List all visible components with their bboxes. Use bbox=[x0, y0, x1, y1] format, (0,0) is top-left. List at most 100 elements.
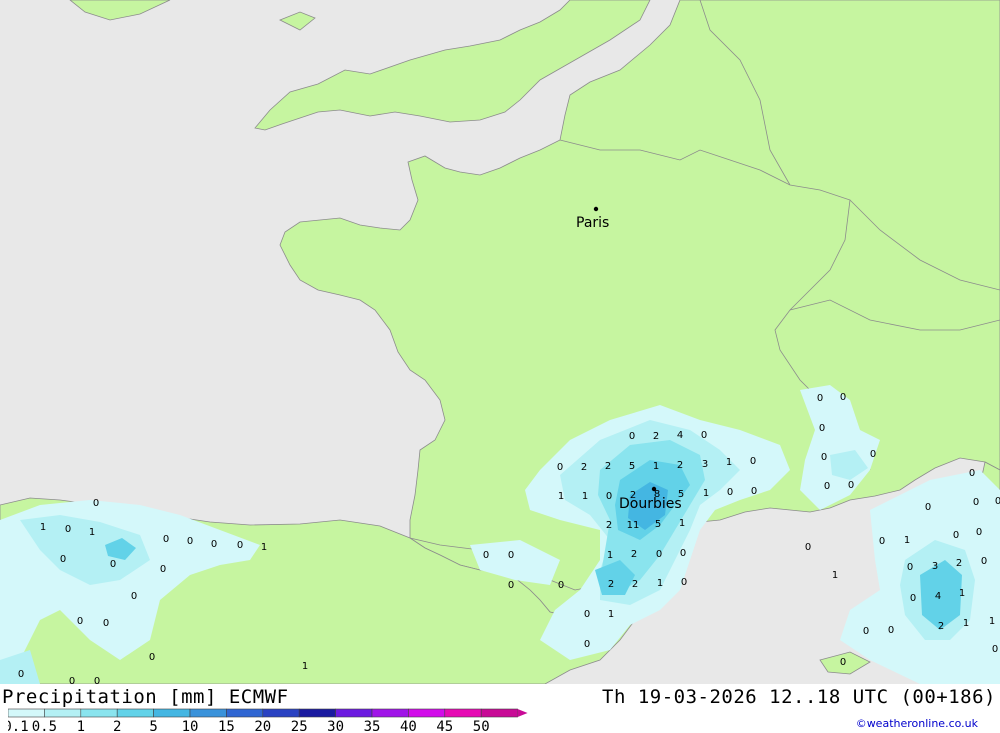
site-credit-link[interactable]: ©weatheronline.co.uk bbox=[856, 717, 978, 730]
precip-value: 1 bbox=[657, 578, 663, 589]
precip-value: 5 bbox=[655, 519, 661, 530]
precip-value: 0 bbox=[750, 456, 756, 467]
legend-label: 15 bbox=[218, 719, 235, 733]
precip-value: 0 bbox=[976, 527, 982, 538]
precip-value: 0 bbox=[969, 468, 975, 479]
precip-value: 8 bbox=[654, 489, 660, 500]
precip-value: 0 bbox=[681, 577, 687, 588]
precip-value: 3 bbox=[932, 561, 938, 572]
precip-value: 0 bbox=[160, 564, 166, 575]
precip-value: 4 bbox=[935, 591, 941, 602]
precipitation-legend: 0.10.5125101520253035404550 bbox=[8, 708, 528, 733]
precip-value: 0 bbox=[701, 430, 707, 441]
precip-value: 0 bbox=[18, 669, 24, 680]
precip-value: 0 bbox=[824, 481, 830, 492]
legend-label: 0.5 bbox=[32, 719, 57, 733]
precip-value: 0 bbox=[925, 502, 931, 513]
precip-value: 2 bbox=[605, 461, 611, 472]
precip-value: 0 bbox=[992, 644, 998, 655]
precipitation-map: Paris Dourbies 0 2 4 0 0 2 2 5 1 2 3 1 0… bbox=[0, 0, 1000, 687]
legend-label: 40 bbox=[400, 719, 417, 733]
precip-value: 0 bbox=[840, 392, 846, 403]
legend-labels: 0.10.5125101520253035404550 bbox=[8, 719, 490, 733]
legend-swatch bbox=[444, 708, 482, 718]
precip-value: 0 bbox=[60, 554, 66, 565]
precip-value: 2 bbox=[653, 431, 659, 442]
precip-value: 1 bbox=[726, 457, 732, 468]
precip-value: 1 bbox=[653, 461, 659, 472]
precip-value: 0 bbox=[907, 562, 913, 573]
city-marker-paris bbox=[593, 206, 599, 212]
precip-value: 0 bbox=[65, 524, 71, 535]
precip-value: 3 bbox=[702, 459, 708, 470]
precip-value: 0 bbox=[584, 609, 590, 620]
city-label-paris: Paris bbox=[576, 215, 609, 231]
legend-label: 30 bbox=[327, 719, 344, 733]
precip-value: 1 bbox=[558, 491, 564, 502]
forecast-datetime: Th 19-03-2026 12..18 UTC (00+186) bbox=[602, 686, 996, 708]
precip-value: 0 bbox=[848, 480, 854, 491]
legend-swatch bbox=[153, 708, 191, 718]
precip-value: 0 bbox=[870, 449, 876, 460]
legend-swatch bbox=[298, 708, 336, 718]
precip-value: 0 bbox=[680, 548, 686, 559]
precip-value: 2 bbox=[632, 579, 638, 590]
legend-swatch bbox=[8, 708, 45, 718]
precip-value: 0 bbox=[863, 626, 869, 637]
precip-value: 0 bbox=[584, 639, 590, 650]
precip-value: 0 bbox=[727, 487, 733, 498]
legend-swatch bbox=[262, 708, 300, 718]
legend-label: 10 bbox=[182, 719, 199, 733]
precip-value: 0 bbox=[629, 431, 635, 442]
precip-value: 1 bbox=[904, 535, 910, 546]
precip-value: 0 bbox=[840, 657, 846, 668]
precip-value: 2 bbox=[677, 460, 683, 471]
precip-value: 1 bbox=[89, 527, 95, 538]
precip-value: 0 bbox=[973, 497, 979, 508]
precip-value: 0 bbox=[751, 486, 757, 497]
precip-value: 0 bbox=[131, 591, 137, 602]
precip-value: 1 bbox=[40, 522, 46, 533]
precip-value: 0 bbox=[656, 549, 662, 560]
city-label-dourbies: Dourbies bbox=[619, 496, 682, 512]
legend-swatch bbox=[116, 708, 154, 718]
map-footer: Precipitation [mm] ECMWF Th 19-03-2026 1… bbox=[0, 684, 1000, 733]
precip-value: 0 bbox=[805, 542, 811, 553]
legend-label: 1 bbox=[77, 719, 85, 733]
legend-swatch bbox=[480, 708, 518, 718]
precip-value: 1 bbox=[261, 542, 267, 553]
precip-value: 4 bbox=[677, 430, 683, 441]
precip-value: 5 bbox=[678, 489, 684, 500]
legend-arrow-tip bbox=[517, 709, 528, 717]
precip-value: 2 bbox=[956, 558, 962, 569]
precip-value: 0 bbox=[163, 534, 169, 545]
precip-value: 1 bbox=[959, 588, 965, 599]
precip-value: 1 bbox=[302, 661, 308, 672]
legend-label: 5 bbox=[149, 719, 157, 733]
precip-value: 1 bbox=[582, 491, 588, 502]
precip-value: 0 bbox=[557, 462, 563, 473]
precip-value: 0 bbox=[211, 539, 217, 550]
precip-value: 0 bbox=[149, 652, 155, 663]
legend-swatches bbox=[8, 708, 528, 718]
precip-value: 1 bbox=[989, 616, 995, 627]
precip-value: 0 bbox=[508, 580, 514, 591]
precip-value: 1 bbox=[679, 518, 685, 529]
precip-value: 0 bbox=[995, 496, 1000, 507]
legend-swatch bbox=[44, 708, 82, 718]
precip-value: 1 bbox=[608, 609, 614, 620]
precip-value: 1 bbox=[607, 550, 613, 561]
precip-value: 2 bbox=[581, 462, 587, 473]
precip-value: 0 bbox=[821, 452, 827, 463]
legend-swatch bbox=[371, 708, 409, 718]
precip-value: 0 bbox=[910, 593, 916, 604]
precip-value: 0 bbox=[187, 536, 193, 547]
precip-value: 0 bbox=[879, 536, 885, 547]
legend-swatch bbox=[408, 708, 446, 718]
legend-label: 0.1 bbox=[8, 719, 29, 733]
precip-value: 0 bbox=[94, 676, 100, 684]
map-title: Precipitation [mm] ECMWF bbox=[2, 686, 289, 708]
precip-value: 0 bbox=[77, 616, 83, 627]
precip-value: 1 bbox=[963, 618, 969, 629]
precip-value: 1 bbox=[703, 488, 709, 499]
